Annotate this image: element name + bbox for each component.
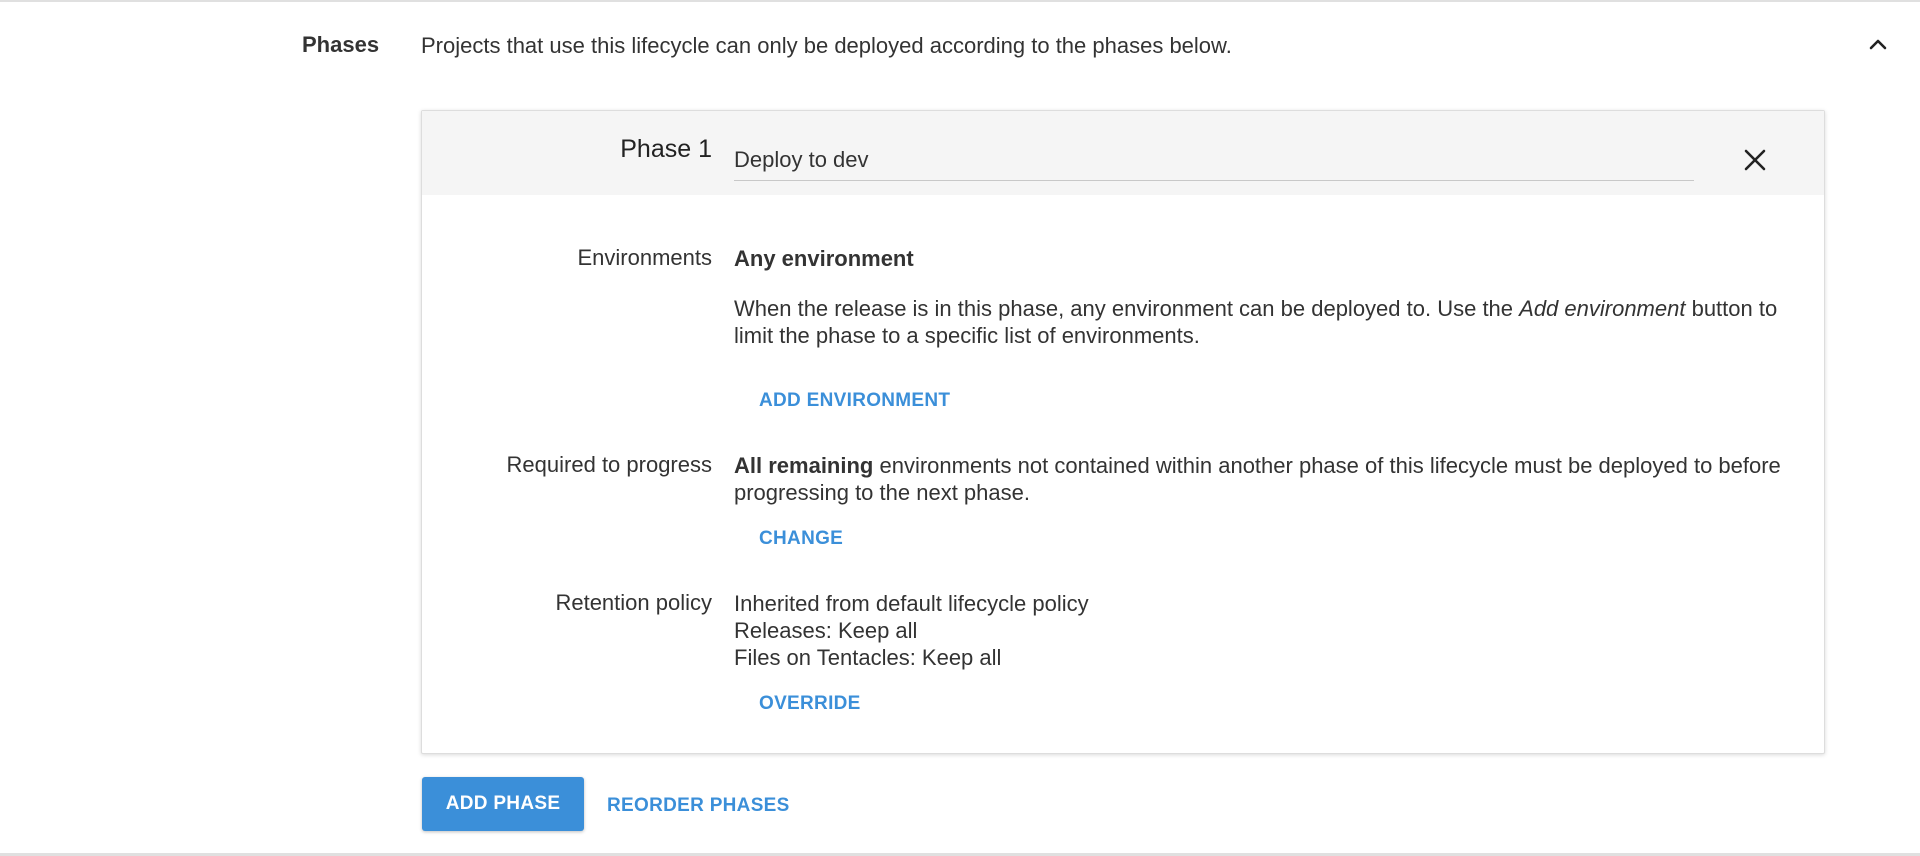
reorder-phases-button[interactable]: REORDER PHASES — [607, 795, 790, 817]
environments-desc-emphasis: Add environment — [1519, 296, 1686, 321]
retention-policy-label: Retention policy — [555, 590, 712, 615]
section-label: Phases — [302, 32, 380, 57]
change-button[interactable]: CHANGE — [759, 528, 843, 550]
environments-desc-before: When the release is in this phase, any e… — [734, 296, 1520, 321]
section-description: Projects that use this lifecycle can onl… — [421, 33, 1232, 58]
top-divider — [0, 0, 1920, 2]
phase-header: Phase 1 — [422, 111, 1824, 195]
retention-policy-text: Inherited from default lifecycle policy … — [734, 590, 1804, 671]
required-strong: All remaining — [734, 453, 874, 478]
required-to-progress-label: Required to progress — [506, 452, 712, 477]
retention-line-releases: Releases: Keep all — [734, 618, 918, 643]
phase-number-label: Phase 1 — [620, 135, 712, 163]
environments-label: Environments — [577, 245, 712, 270]
environments-title-text: Any environment — [734, 246, 914, 271]
close-icon — [1744, 149, 1766, 171]
chevron-up-icon — [1869, 39, 1887, 50]
collapse-section-button[interactable] — [1862, 28, 1894, 60]
required-text: environments not contained within anothe… — [734, 453, 1781, 505]
required-to-progress-text: All remaining environments not contained… — [734, 452, 1804, 506]
override-button[interactable]: OVERRIDE — [759, 693, 861, 715]
environments-description: When the release is in this phase, any e… — [734, 295, 1804, 349]
add-environment-button[interactable]: ADD ENVIRONMENT — [759, 390, 950, 412]
phase-card: Phase 1 Environments Any environment Whe… — [421, 110, 1825, 754]
retention-line-files: Files on Tentacles: Keep all — [734, 645, 1002, 670]
retention-line-inherited: Inherited from default lifecycle policy — [734, 591, 1089, 616]
environments-title: Any environment — [734, 245, 1804, 272]
add-phase-button[interactable]: ADD PHASE — [422, 777, 584, 831]
phase-name-input[interactable] — [734, 139, 1694, 181]
remove-phase-button[interactable] — [1738, 143, 1772, 177]
